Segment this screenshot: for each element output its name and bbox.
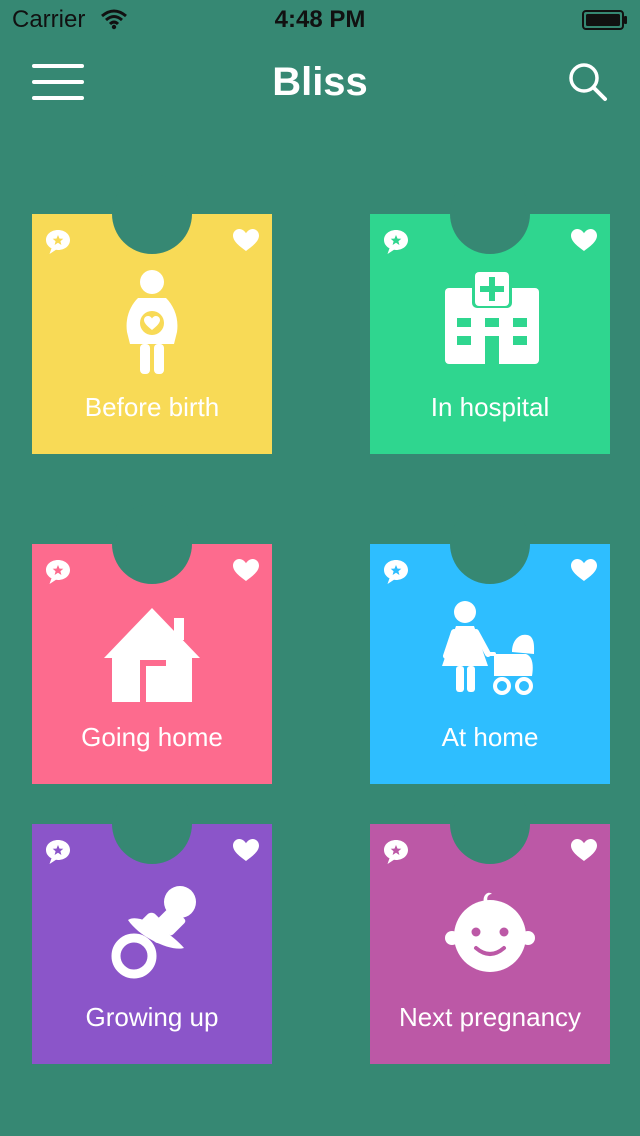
pregnant-woman-icon	[126, 270, 178, 374]
chat-star-icon[interactable]	[44, 558, 72, 586]
page-title: Bliss	[272, 60, 368, 104]
chat-star-icon[interactable]	[382, 228, 410, 256]
card-notch	[450, 174, 530, 254]
menu-icon	[32, 64, 84, 68]
chat-star-icon[interactable]	[382, 558, 410, 586]
card-label: At home	[441, 722, 539, 752]
chat-star-icon[interactable]	[44, 838, 72, 866]
hospital-icon	[445, 270, 539, 364]
mother-stroller-icon	[442, 601, 535, 695]
card-before-birth[interactable]: Before birth	[32, 174, 272, 454]
heart-icon[interactable]	[570, 558, 598, 582]
chat-star-icon[interactable]	[44, 228, 72, 256]
card-next-pregnancy[interactable]: Next pregnancy	[370, 784, 610, 1064]
card-label: In hospital	[430, 392, 550, 422]
card-label: Before birth	[84, 392, 220, 422]
heart-icon[interactable]	[232, 228, 260, 252]
card-label: Next pregnancy	[398, 1002, 582, 1032]
house-icon	[104, 608, 200, 702]
pacifier-icon	[111, 886, 196, 979]
card-notch	[112, 174, 192, 254]
card-growing-up[interactable]: Growing up	[32, 784, 272, 1064]
card-in-hospital[interactable]: In hospital	[370, 174, 610, 454]
card-notch	[112, 504, 192, 584]
battery-icon	[582, 10, 627, 30]
search-icon	[569, 63, 607, 101]
heart-icon[interactable]	[232, 838, 260, 862]
card-notch	[450, 504, 530, 584]
status-bar: Carrier 4:48 PM	[0, 0, 640, 40]
baby-face-icon	[445, 892, 535, 972]
card-at-home[interactable]: At home	[370, 504, 610, 784]
card-notch	[112, 784, 192, 864]
heart-icon[interactable]	[570, 228, 598, 252]
heart-icon[interactable]	[232, 558, 260, 582]
menu-button[interactable]	[30, 60, 86, 104]
card-label: Going home	[81, 722, 223, 752]
search-button[interactable]	[566, 60, 610, 104]
menu-icon-line	[32, 96, 84, 100]
heart-icon[interactable]	[570, 838, 598, 862]
card-going-home[interactable]: Going home	[32, 504, 272, 784]
menu-icon-line	[32, 80, 84, 84]
card-notch	[450, 784, 530, 864]
card-label: Growing up	[85, 1002, 219, 1032]
chat-star-icon[interactable]	[382, 838, 410, 866]
navigation-bar: Bliss	[0, 40, 640, 130]
clock: 4:48 PM	[274, 6, 366, 33]
